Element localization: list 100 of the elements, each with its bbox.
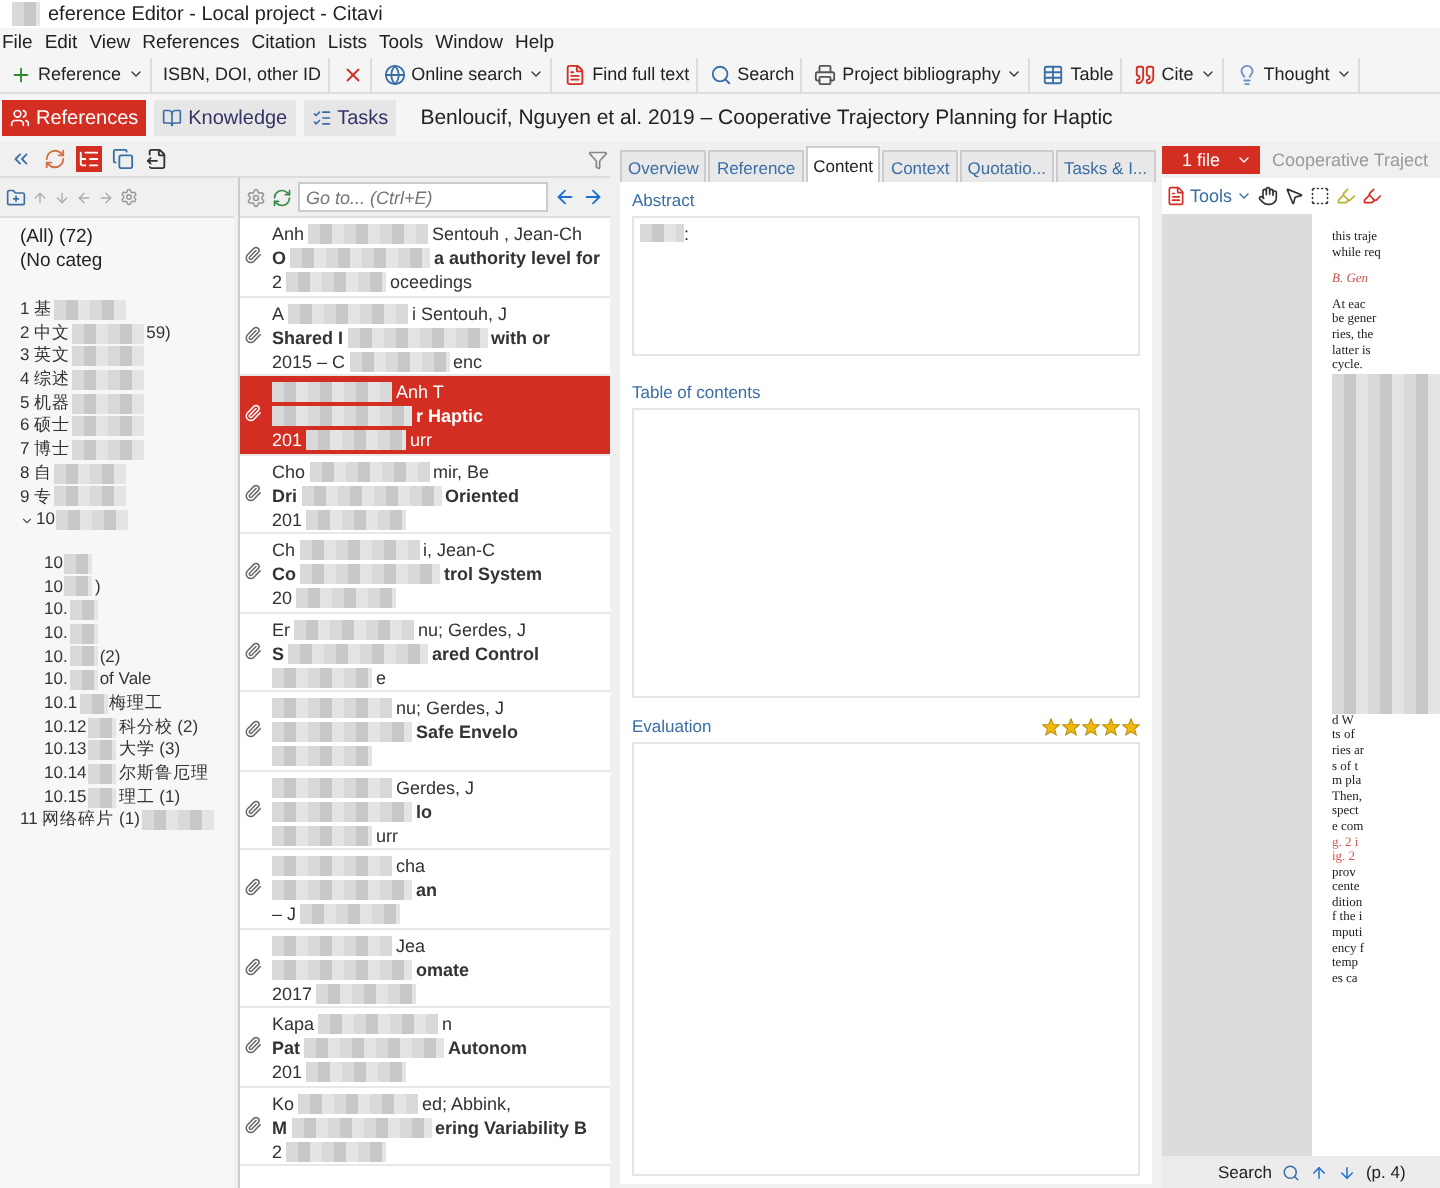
detail-tab[interactable]: Overview [620,150,707,182]
category-item[interactable]: 2 中文 [20,321,71,345]
rating-stars[interactable] [1042,717,1140,735]
toolbar-button[interactable]: Cite [1127,57,1224,91]
toolbar-button[interactable]: Table [1036,57,1122,91]
reference-row[interactable]: Anh T r Haptic 201 urr [240,376,610,455]
toolbar-button[interactable] [76,146,102,172]
nav-tab[interactable]: Knowledge [154,100,296,136]
reference-row[interactable]: Jea omate 2017 [240,929,610,1008]
category-item[interactable]: 10.14 [44,762,87,786]
menu-item[interactable]: Citation [251,31,316,53]
toolbar-button[interactable] [144,146,170,172]
section-label: Evaluation [632,716,712,736]
reference-row[interactable]: Ch i, Jean-C Co trol System 20 [240,534,610,613]
abstract-field[interactable]: : [632,216,1140,356]
menu-item[interactable]: Lists [327,31,367,53]
category-item[interactable]: of Vale [99,668,152,693]
nav-tab[interactable]: References [2,100,147,136]
reference-row[interactable]: Cho mir, Be Dri Oriented 201 [240,455,610,534]
text-fragment: ering Variability B [435,1115,588,1139]
reference-row[interactable]: Anh Sentouh , Jean-Ch O a authority level for 2 oceedings [240,218,610,297]
category-item[interactable]: 科分校 (2) [118,715,199,739]
pixelated-block [69,623,98,644]
category-item[interactable]: 理工 (1) [118,785,181,809]
category-item[interactable]: 11 网络碎片 (1) [20,808,140,833]
text-fragment: nu; Gerdes, J [396,696,505,720]
filter-button[interactable] [586,147,610,171]
category-item[interactable]: 10. [44,668,68,693]
toolbar-button[interactable]: ISBN, DOI, other ID [157,57,330,91]
toolbar-button[interactable]: Reference [4,57,152,91]
category-item[interactable]: 9 专 [20,485,53,509]
menu-item[interactable]: File [2,31,33,53]
reference-row[interactable]: nu; Gerdes, J Safe Envelo [240,692,610,771]
nav-tab[interactable]: Tasks [303,100,397,136]
toolbar-button[interactable]: Find full text [558,57,698,91]
reference-row[interactable]: A i Sentouh, J Shared I with or 2015 – C enc [240,297,610,376]
category-item[interactable]: 8 自 [20,461,53,486]
category-item[interactable]: (All) (72) [20,226,234,250]
text-fragment: urr [376,823,398,847]
category-item[interactable]: 10. [44,645,68,669]
reference-row[interactable]: cha an – J [240,850,610,929]
category-item[interactable]: 梅理工 [109,692,164,716]
menu-item[interactable]: Help [514,31,554,53]
reference-row[interactable]: Er nu; Gerdes, J S ared Control e [240,613,610,692]
reference-row[interactable]: Kapa n Pat Autonom 201 [240,1008,610,1087]
detail-tab[interactable]: Context [882,150,958,182]
category-item[interactable]: ) [94,575,101,599]
category-item[interactable]: 10.13 [44,738,87,763]
file-dropdown[interactable]: 1 file [1162,146,1261,174]
category-item[interactable]: 59) [146,321,171,345]
abstract-text: : [684,224,690,244]
text-fragment: Kapa [272,1012,315,1036]
category-item[interactable]: 10. [44,598,68,622]
menu-item[interactable]: References [142,31,240,53]
category-item[interactable]: (2) [99,645,121,669]
menu-item[interactable]: Tools [378,31,424,53]
tab-icon [311,108,332,128]
tools-dropdown[interactable]: Tools [1166,186,1253,206]
caret-icon [1236,152,1253,168]
toolbar-button[interactable]: Thought [1229,57,1360,91]
text-fragment: 2 [272,1139,283,1163]
contents-field[interactable] [632,408,1140,698]
menu-item[interactable]: Edit [44,31,78,53]
category-item[interactable]: 4 综述 [20,368,71,392]
toolbar-button[interactable]: Search [703,57,803,91]
category-item[interactable]: 10 [44,551,63,576]
category-item[interactable]: 10. [44,621,68,646]
evaluation-field[interactable] [632,742,1140,1176]
category-item[interactable]: (No categ [20,250,234,274]
category-item[interactable]: 大学 (3) [118,738,181,763]
paperclip-icon [244,799,262,817]
toolbar-button[interactable]: Online search [377,57,553,91]
tab-icon [162,108,183,128]
category-item[interactable]: 7 博士 [20,438,71,462]
detail-tab[interactable]: Tasks & I... [1055,150,1156,182]
detail-tab[interactable]: Content [805,146,881,182]
category-item[interactable]: 10.12 [44,715,87,739]
category-item[interactable]: 10 [44,575,63,599]
lightbulb-icon [1235,63,1258,85]
category-item[interactable]: 10 [36,508,55,532]
toolbar-button[interactable]: Project bibliography [808,57,1031,91]
goto-field[interactable]: Go to... (Ctrl+E) [298,182,548,212]
star-icon [1122,717,1140,735]
category-item[interactable]: 3 英文 [20,344,71,369]
category-item[interactable]: 5 机器 [20,391,71,415]
pixelated-block [56,510,129,531]
category-item[interactable]: 10.15 [44,785,87,809]
category-item[interactable]: 尔斯鲁厄理 [118,762,209,786]
reference-row[interactable]: Ko ed; Abbink, M ering Variability B 2 [240,1087,610,1166]
menu-item[interactable]: View [89,31,131,53]
detail-tab[interactable]: Quotatio... [959,150,1054,182]
category-item[interactable]: 6 硕士 [20,414,71,439]
pixelated-block [54,299,127,320]
pixelated-block [72,416,145,437]
menu-item[interactable]: Window [435,31,503,53]
down-icon [1337,1163,1356,1181]
detail-tab[interactable]: Reference [708,150,804,182]
category-item[interactable]: 10.1 [44,692,78,716]
category-item[interactable]: 1 基 [20,298,53,322]
reference-row[interactable]: Gerdes, J lo urr [240,771,610,850]
